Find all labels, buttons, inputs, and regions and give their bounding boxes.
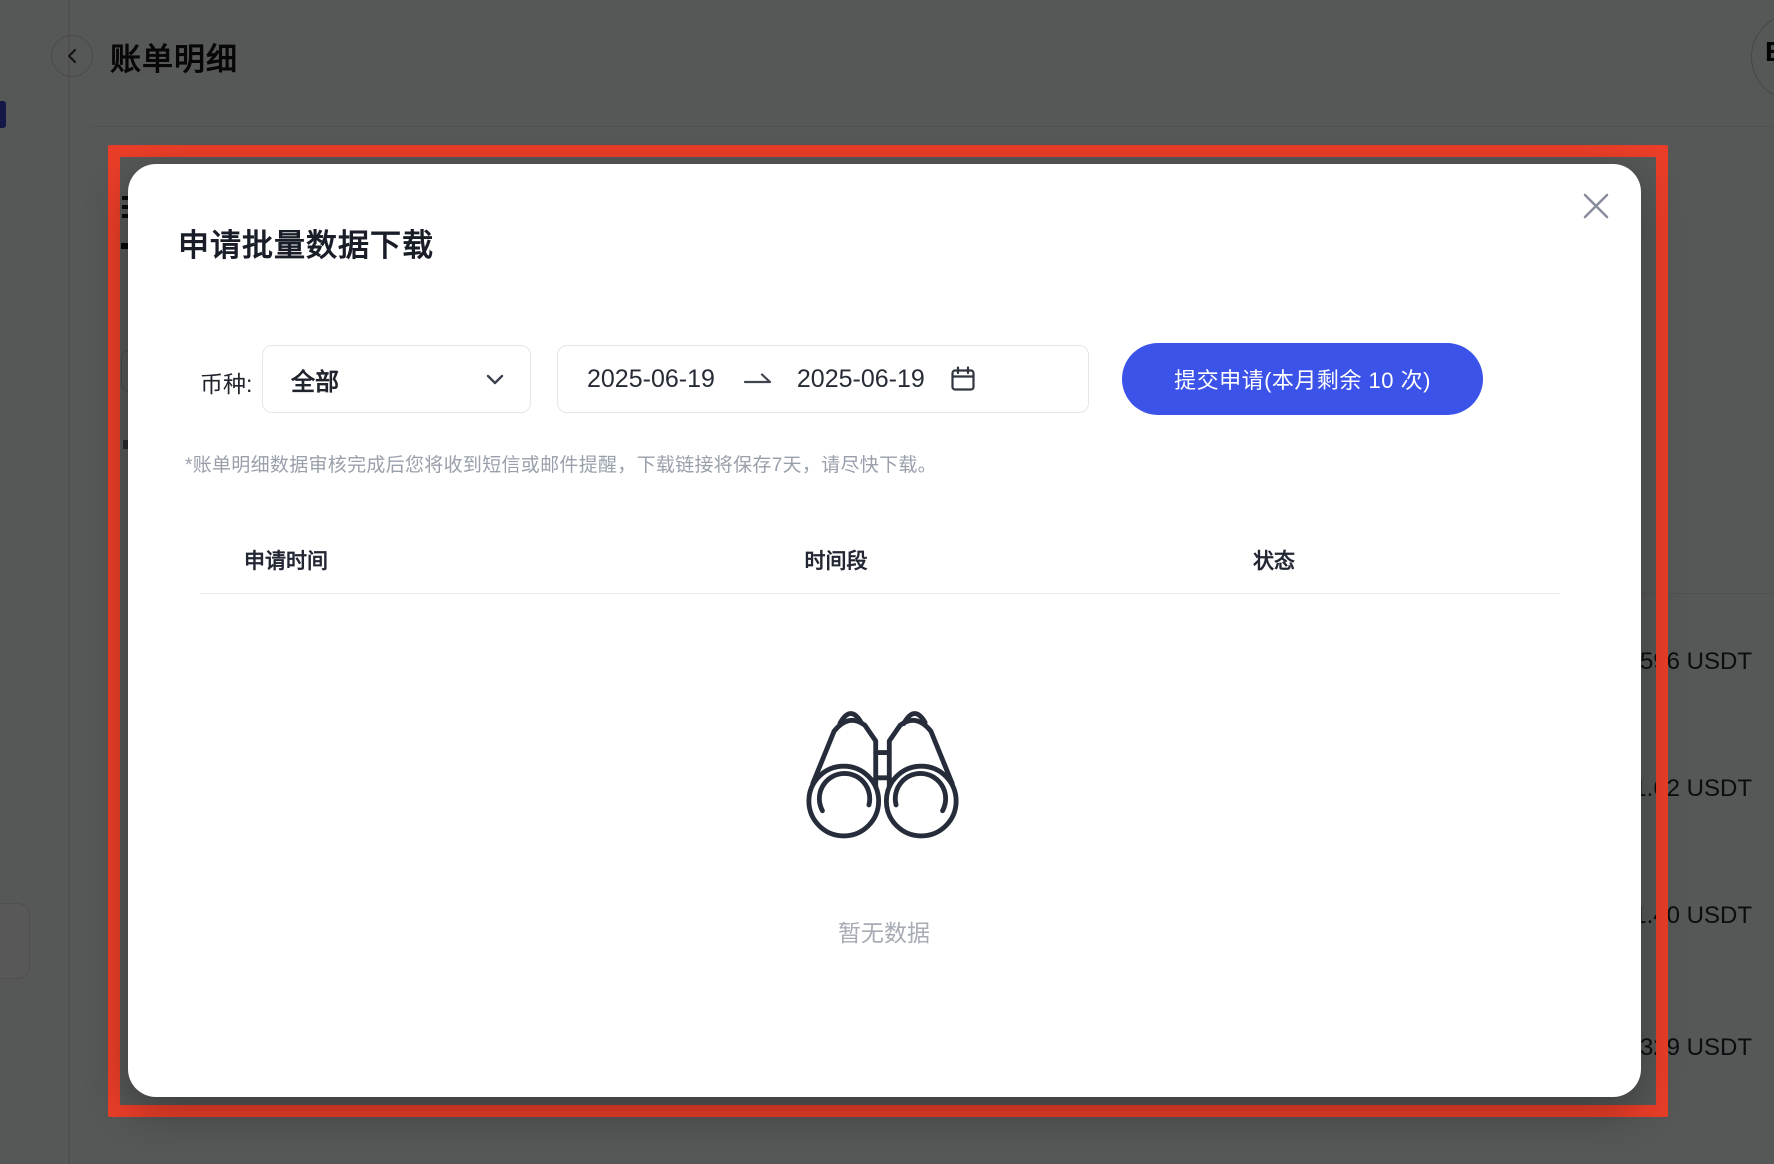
empty-state-text: 暂无数据 — [838, 914, 930, 948]
date-range-picker[interactable]: 2025-06-19 2025-06-19 — [557, 345, 1089, 413]
close-button[interactable] — [1576, 186, 1616, 226]
table-header-divider — [200, 593, 1560, 594]
arrow-right-icon — [743, 371, 773, 387]
date-start-value: 2025-06-19 — [587, 365, 715, 394]
dialog-title: 申请批量数据下载 — [178, 220, 434, 265]
column-header-request-time: 申请时间 — [244, 545, 328, 575]
currency-label: 币种: — [200, 365, 252, 399]
close-icon — [1583, 193, 1609, 219]
column-header-period: 时间段 — [805, 545, 868, 575]
calendar-icon[interactable] — [949, 365, 977, 393]
column-header-status: 状态 — [1253, 545, 1295, 575]
currency-select-value: 全部 — [291, 362, 486, 397]
submit-request-button[interactable]: 提交申请(本月剩余 10 次) — [1122, 343, 1483, 415]
currency-select[interactable]: 全部 — [262, 345, 531, 413]
download-note: *账单明细数据审核完成后您将收到短信或邮件提醒，下载链接将保存7天，请尽快下载。 — [185, 450, 937, 477]
binoculars-icon — [805, 696, 960, 846]
batch-download-dialog: 申请批量数据下载 币种: 全部 2025-06-19 2025-06-19 提交… — [128, 164, 1641, 1097]
chevron-down-icon — [486, 374, 504, 385]
download-request-form: 币种: 全部 2025-06-19 2025-06-19 提交申请(本月剩余 1… — [128, 343, 1641, 415]
date-end-value: 2025-06-19 — [797, 365, 925, 394]
